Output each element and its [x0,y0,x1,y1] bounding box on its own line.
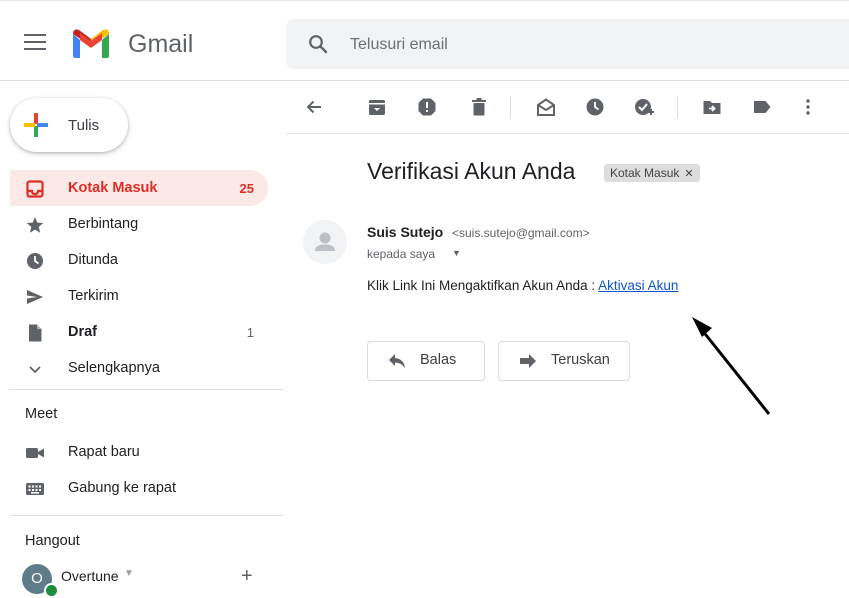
recipient-details-caret-icon[interactable]: ▼ [452,248,461,258]
sender-email: <suis.sutejo@gmail.com> [452,226,590,240]
meet-section-title: Meet [25,406,58,422]
reply-button[interactable]: Balas [367,341,485,381]
compose-button[interactable]: Tulis [10,98,128,152]
meet-join-meeting[interactable]: Gabung ke rapat [10,470,268,506]
meet-item-label: Gabung ke rapat [68,480,177,496]
sidebar-item-label: Terkirim [68,288,119,304]
toolbar-separator [677,96,678,118]
sidebar-divider [10,515,284,516]
message-subject: Verifikasi Akun Anda [367,158,576,184]
sidebar-item-label: Draf [68,324,98,340]
sidebar-item-label: Kotak Masuk [68,180,158,196]
move-to-icon[interactable] [702,97,722,117]
message-body-text: Klik Link Ini Mengaktifkan Akun Anda : [367,278,599,293]
more-options-icon[interactable] [798,97,818,117]
forward-button[interactable]: Teruskan [498,341,630,381]
message-toolbar [286,81,849,134]
snooze-icon[interactable] [585,97,605,117]
forward-label: Teruskan [551,352,610,368]
forward-icon [520,354,536,368]
online-status-indicator [44,583,59,598]
video-camera-icon [26,448,44,458]
annotation-arrow [692,317,771,415]
label-chip-text: Kotak Masuk [610,166,680,180]
add-contact-icon[interactable]: + [241,565,253,588]
draft-count: 1 [246,325,254,340]
search-icon[interactable] [308,34,328,54]
activation-link[interactable]: Aktivasi Akun [598,278,678,293]
archive-icon[interactable] [367,97,387,117]
recipient-label: kepada saya [367,247,436,261]
add-to-tasks-icon[interactable] [634,97,654,117]
sidebar-divider [10,389,284,390]
app-header: Gmail [0,8,849,81]
hamburger-menu-icon[interactable] [24,34,46,50]
sidebar-item-inbox[interactable]: Kotak Masuk 25 [10,170,268,206]
brand-name: Gmail [128,30,194,58]
sidebar-item-starred[interactable]: Berbintang [10,206,268,242]
inbox-label-chip[interactable]: Kotak Masuk ✕ [604,164,700,182]
delete-icon[interactable] [469,97,489,117]
sender-name: Suis Sutejo [367,224,444,240]
search-bar[interactable] [286,19,849,69]
star-icon [26,217,44,233]
keyboard-icon [26,483,44,495]
draft-icon [29,324,42,342]
reply-label: Balas [420,352,457,368]
mark-unread-icon[interactable] [536,97,556,117]
meet-new-meeting[interactable]: Rapat baru [10,434,268,470]
hangout-section-title: Hangout [25,533,80,549]
meet-item-label: Rapat baru [68,444,140,460]
sender-avatar [303,220,347,264]
sidebar-item-snoozed[interactable]: Ditunda [10,242,268,278]
sidebar-item-label: Berbintang [68,216,139,232]
label-icon[interactable] [752,97,772,117]
caret-down-icon[interactable]: ▼ [124,568,134,579]
report-spam-icon[interactable] [417,97,437,117]
back-arrow-icon[interactable] [304,97,324,117]
sidebar-item-sent[interactable]: Terkirim [10,278,268,314]
send-icon [27,290,43,304]
remove-label-icon[interactable]: ✕ [684,168,693,180]
sidebar-item-drafts[interactable]: Draf 1 [10,314,268,350]
message-body: Klik Link Ini Mengaktifkan Akun Anda : A… [367,278,678,293]
sidebar-item-label: Selengkapnya [68,360,160,376]
gmail-logo[interactable] [70,26,112,60]
search-input[interactable] [348,32,832,58]
compose-label: Tulis [68,117,100,134]
chevron-down-icon [29,366,41,374]
inbox-icon [26,180,44,198]
sidebar-item-more[interactable]: Selengkapnya [10,350,268,386]
clock-icon [27,253,43,269]
hangout-user-name[interactable]: Overtune [61,568,119,584]
toolbar-separator [510,96,511,118]
sidebar-nav: Kotak Masuk 25 Berbintang Ditunda Terkir… [10,170,268,386]
reply-icon [389,354,405,368]
sidebar-item-label: Ditunda [68,252,118,268]
plus-icon [24,113,48,137]
unread-count: 25 [239,181,254,196]
